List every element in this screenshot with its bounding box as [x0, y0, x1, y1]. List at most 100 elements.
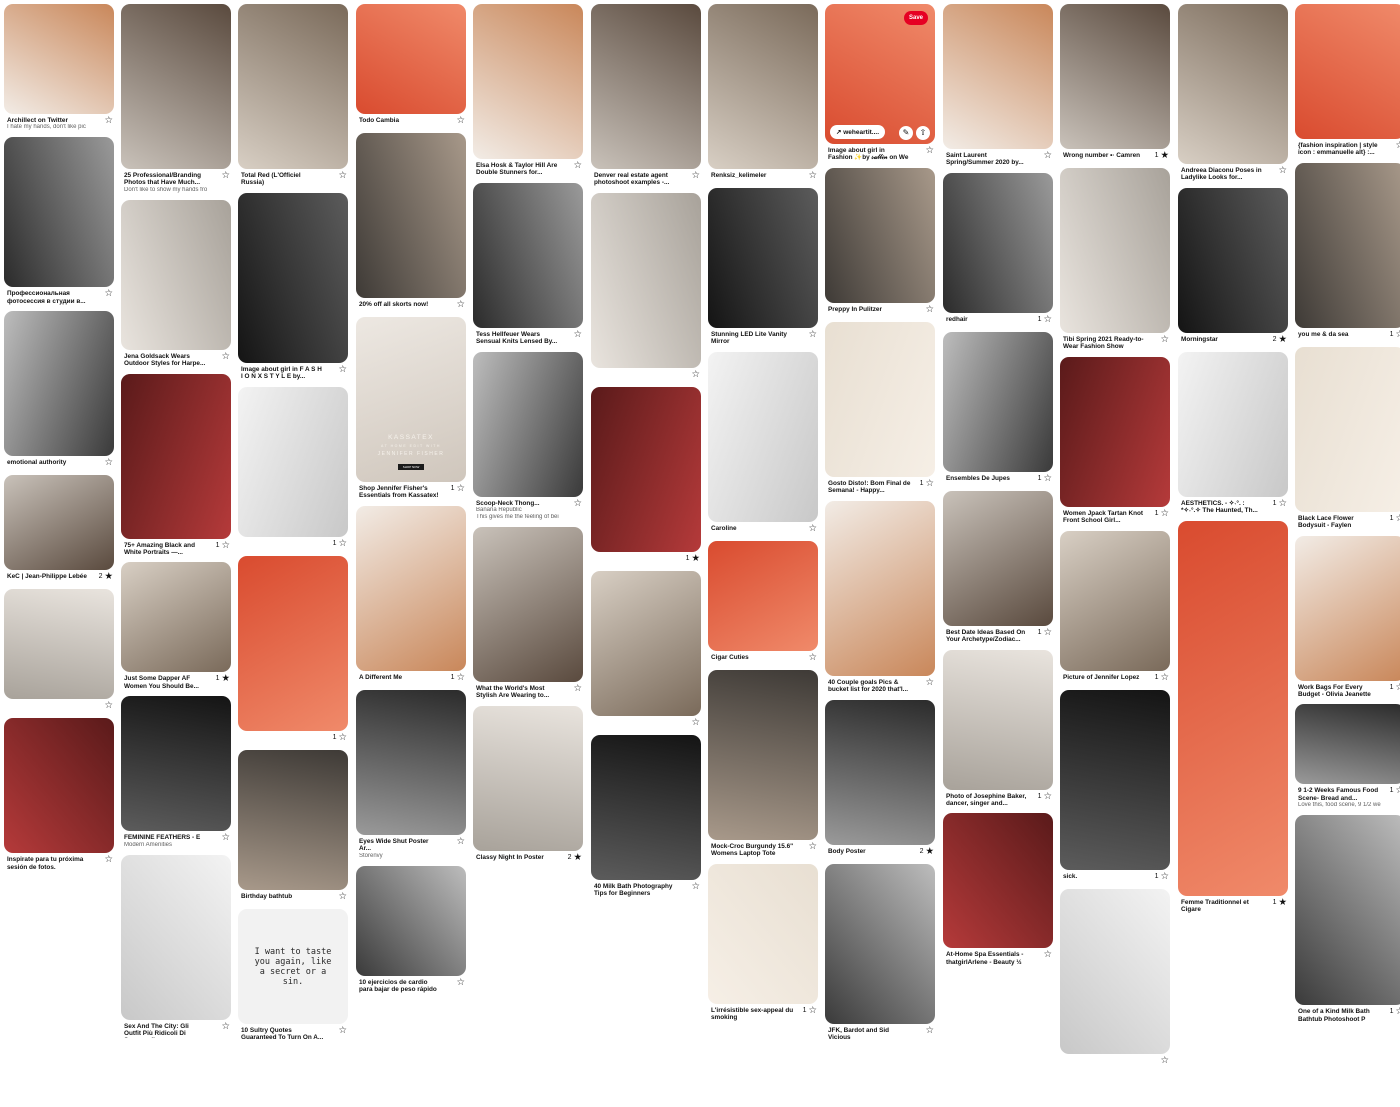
pin-card[interactable]: Renksiz_kelimeler ☆ — [708, 4, 818, 182]
pin-card[interactable]: 10 ejercicios de cardio para bajar de pe… — [356, 865, 466, 994]
star-icon[interactable]: ★ — [1160, 151, 1169, 161]
star-icon[interactable]: ☆ — [808, 171, 817, 181]
pin-image[interactable] — [356, 865, 466, 976]
pin-title[interactable]: Jena Goldsack Wears Outdoor Styles for H… — [124, 353, 207, 368]
star-icon[interactable]: ☆ — [104, 116, 113, 126]
star-icon[interactable]: ☆ — [573, 498, 582, 508]
pin-title[interactable]: AESTHETICS. - ✧˖°. : *✧˖°.✧ The Haunted,… — [1181, 500, 1264, 515]
pin-title[interactable]: Archillect on Twitter — [7, 117, 90, 124]
pin-image[interactable] — [1178, 351, 1288, 497]
pin-card[interactable]: 1 ☆ — [238, 386, 348, 550]
pin-title[interactable]: 40 Couple goals Pics & bucket list for 2… — [828, 679, 911, 694]
pin-card[interactable]: Mock-Croc Burgundy 15.6" Womens Laptop T… — [708, 669, 818, 858]
star-icon[interactable]: ☆ — [1395, 514, 1400, 524]
pin-card[interactable]: Stunning LED Lite Vanity Mirror ☆ — [708, 188, 818, 346]
pin-title[interactable]: JFK, Bardot and Sid Vicious — [828, 1027, 911, 1042]
pin-card[interactable]: Gosto Disto!: Bom Final de Semana! - Hap… — [825, 322, 935, 495]
pin-card[interactable]: L'irrésistible sex-appeal du smoking 1 ☆ — [708, 863, 818, 1022]
pin-card[interactable]: Work Bags For Every Budget - Olivia Jean… — [1295, 535, 1400, 699]
pin-image[interactable] — [943, 4, 1053, 149]
save-button[interactable]: Save — [903, 11, 928, 25]
pin-card[interactable]: 9 1-2 Weeks Famous Food Scene- Bread and… — [1295, 704, 1400, 809]
pin-card[interactable]: One of a Kind Milk Bath Bathtub Photosho… — [1295, 815, 1400, 1023]
pin-title[interactable]: Birthday bathtub — [241, 893, 324, 900]
pin-card[interactable]: Women Jpack Tartan Knot Front School Gir… — [1060, 356, 1170, 525]
star-icon[interactable]: ☆ — [221, 352, 230, 362]
star-icon[interactable]: ☆ — [1160, 509, 1169, 519]
pin-title[interactable]: 9 1-2 Weeks Famous Food Scene- Bread and… — [1298, 787, 1381, 802]
pin-card[interactable]: you me & da sea 1 ☆ — [1295, 162, 1400, 341]
pin-title[interactable]: Eyes Wide Shut Poster Ar... — [359, 838, 442, 853]
pin-card[interactable]: Jena Goldsack Wears Outdoor Styles for H… — [121, 199, 231, 368]
pin-title[interactable]: Picture of Jennifer Lopez — [1063, 674, 1146, 681]
pin-card[interactable]: Femme Traditionnel et Cigare 1 ★ — [1178, 520, 1288, 914]
star-icon[interactable]: ☆ — [104, 458, 113, 468]
pin-image[interactable] — [238, 749, 348, 890]
pin-image[interactable] — [708, 540, 818, 651]
pin-image[interactable] — [1178, 187, 1288, 333]
pin-title[interactable]: Wrong number •· Camren — [1063, 152, 1146, 159]
star-icon[interactable]: ★ — [691, 554, 700, 564]
pin-image[interactable] — [4, 589, 114, 700]
pin-title[interactable]: FEMININE FEATHERS - E — [124, 834, 207, 841]
pin-card[interactable]: What the World's Most Stylish Are Wearin… — [473, 527, 583, 700]
star-icon[interactable]: ☆ — [456, 837, 465, 847]
star-icon[interactable]: ☆ — [1043, 791, 1052, 801]
pin-image[interactable] — [1295, 704, 1400, 785]
pin-card[interactable]: Body Poster 2 ★ — [825, 699, 935, 858]
pin-title[interactable]: Andreea Diaconu Poses in Ladylike Looks … — [1181, 167, 1264, 182]
pin-image[interactable]: I want to taste you again, like a secret… — [238, 908, 348, 1024]
star-icon[interactable]: ★ — [573, 853, 582, 863]
star-icon[interactable]: ☆ — [104, 855, 113, 865]
star-icon[interactable]: ☆ — [1395, 1007, 1400, 1017]
pin-card[interactable]: Sex And The City: Gli Outfit Più Ridicol… — [121, 854, 231, 1038]
pin-image[interactable] — [591, 192, 701, 368]
pin-image[interactable] — [1060, 888, 1170, 1054]
pin-image[interactable] — [1060, 530, 1170, 671]
pin-image[interactable] — [591, 4, 701, 169]
star-icon[interactable]: ☆ — [456, 977, 465, 987]
pin-image[interactable] — [1295, 346, 1400, 512]
pin-title[interactable]: emotional authority — [7, 459, 90, 466]
pin-title[interactable]: Preppy In Pulitzer — [828, 306, 911, 313]
pin-image[interactable] — [1060, 356, 1170, 507]
star-icon[interactable]: ★ — [1278, 897, 1287, 907]
pin-image[interactable] — [121, 854, 231, 1020]
pin-image[interactable] — [1060, 4, 1170, 149]
star-icon[interactable]: ☆ — [1043, 151, 1052, 161]
pin-image[interactable] — [238, 192, 348, 363]
star-icon[interactable]: ☆ — [221, 171, 230, 181]
pin-title[interactable]: 25 Professional/Branding Photos that Hav… — [124, 172, 207, 187]
pin-title[interactable]: 10 ejercicios de cardio para bajar de pe… — [359, 979, 442, 994]
pin-image[interactable] — [4, 137, 114, 288]
star-icon[interactable]: ☆ — [573, 330, 582, 340]
pin-title[interactable]: Just Some Dapper AF Women You Should Be.… — [124, 675, 207, 690]
star-icon[interactable]: ★ — [104, 572, 113, 582]
pin-image[interactable] — [708, 4, 818, 169]
pin-card[interactable]: Inspirate para tu próxima sesión de foto… — [4, 718, 114, 871]
pin-card[interactable]: Classy Night In Poster 2 ★ — [473, 705, 583, 864]
pin-card[interactable]: 40 Milk Bath Photography Tips for Beginn… — [591, 734, 701, 898]
pin-image[interactable] — [4, 4, 114, 114]
pin-title[interactable]: Body Poster — [828, 848, 911, 855]
pin-title[interactable]: Renksiz_kelimeler — [711, 172, 794, 179]
pin-card[interactable]: Tess Hellfeuer Wears Sensual Knits Lense… — [473, 182, 583, 346]
pin-card[interactable]: Black Lace Flower Bodysuit - Faylen 1 ☆ — [1295, 346, 1400, 530]
pin-title[interactable]: Elsa Hosk & Taylor Hill Are Double Stunn… — [476, 162, 559, 177]
pin-title[interactable]: Gosto Disto!: Bom Final de Semana! - Hap… — [828, 480, 911, 495]
pin-title[interactable]: Shop Jennifer Fisher's Essentials from K… — [359, 485, 442, 500]
star-icon[interactable]: ☆ — [1043, 315, 1052, 325]
star-icon[interactable]: ☆ — [691, 718, 700, 728]
pin-image[interactable]: KASSATEX AT HOME EDIT WITH JENNIFER FISHER… — [356, 317, 466, 482]
share-icon[interactable]: ⇧ — [916, 126, 930, 140]
star-icon[interactable]: ☆ — [221, 833, 230, 843]
pin-card[interactable]: Just Some Dapper AF Women You Should Be.… — [121, 562, 231, 690]
star-icon[interactable]: ☆ — [338, 732, 347, 742]
pin-title[interactable]: Women Jpack Tartan Knot Front School Gir… — [1063, 510, 1146, 525]
pin-image[interactable] — [943, 331, 1053, 472]
star-icon[interactable]: ☆ — [1395, 786, 1400, 796]
pin-card[interactable]: Denver real estate agent photoshoot exam… — [591, 4, 701, 187]
star-icon[interactable]: ☆ — [456, 673, 465, 683]
pin-title[interactable]: Classy Night In Poster — [476, 854, 559, 861]
pin-card[interactable]: Wrong number •· Camren 1 ★ — [1060, 4, 1170, 162]
